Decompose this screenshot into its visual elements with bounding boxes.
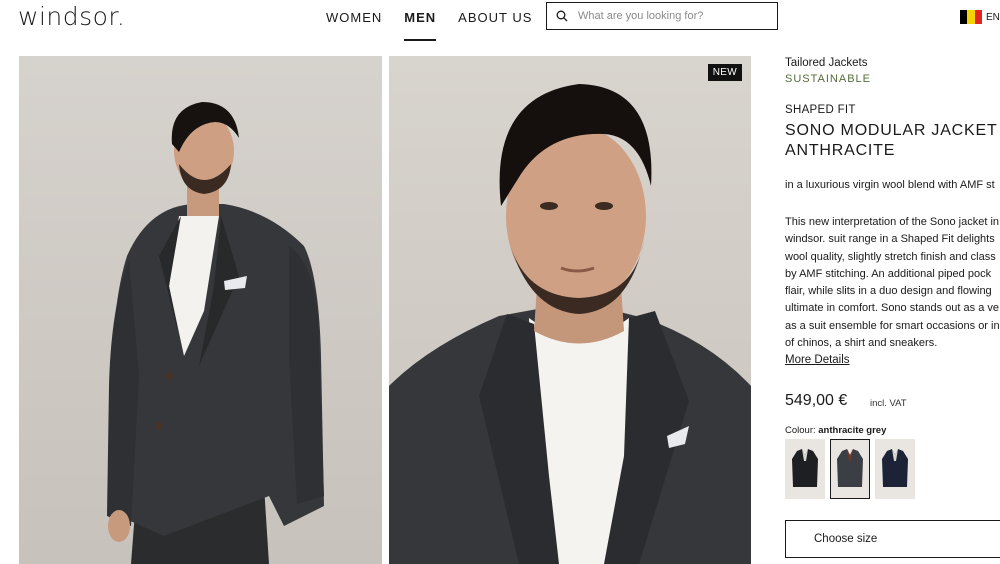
model-full-illustration — [107, 102, 324, 564]
product-title: SONO MODULAR JACKET ANTHRACITE — [785, 121, 998, 161]
product-details: Tailored Jackets SUSTAINABLE SHAPED FIT … — [785, 0, 1000, 564]
search-input[interactable] — [578, 10, 758, 22]
nav-men[interactable]: MEN — [393, 10, 447, 41]
description-line: by AMF stitching. An additional piped po… — [785, 267, 992, 280]
colour-value: anthracite grey — [818, 425, 887, 436]
new-badge: NEW — [707, 64, 742, 81]
description-line: This new interpretation of the Sono jack… — [785, 216, 1000, 228]
sustainable-tag: SUSTAINABLE — [785, 73, 871, 85]
colour-label: Colour: — [785, 425, 816, 436]
nav-about-us[interactable]: ABOUT US — [447, 10, 543, 26]
product-category[interactable]: Tailored Jackets — [785, 57, 867, 69]
product-description: This new interpretation of the Sono jack… — [785, 214, 1000, 352]
more-details-link[interactable]: More Details — [785, 354, 850, 366]
swatch-anthracite-grey[interactable] — [830, 439, 870, 499]
swatch-black[interactable] — [785, 439, 825, 499]
description-line: flair, while slits in a duo design and f… — [785, 285, 992, 298]
product-image-closeup[interactable]: NEW — [389, 56, 751, 564]
description-line: wool quality, slightly stretch finish an… — [785, 250, 996, 263]
vat-note: incl. VAT — [870, 398, 907, 409]
product-subtitle: in a luxurious virgin wool blend with AM… — [785, 179, 995, 191]
description-line: as a suit ensemble for smart occasions o… — [785, 319, 1000, 332]
description-line: of chinos, a shirt and sneakers. — [785, 337, 938, 350]
product-price: 549,00 € — [785, 392, 848, 409]
jacket-thumbnail-icon — [882, 449, 908, 487]
jacket-thumbnail-icon — [792, 449, 818, 487]
product-title-line-1: SONO MODULAR JACKET — [785, 122, 998, 139]
swatch-navy[interactable] — [875, 439, 915, 499]
product-image-full-body[interactable] — [19, 56, 382, 564]
description-line: ultimate in comfort. Sono stands out as … — [785, 302, 1000, 315]
windsor-logo[interactable]: windsor. — [18, 2, 125, 31]
choose-size-button[interactable]: Choose size — [785, 520, 1000, 558]
colour-swatches — [785, 439, 915, 499]
main-nav: WOMEN MEN ABOUT US — [326, 10, 543, 41]
search-icon — [556, 10, 568, 22]
search-box[interactable] — [546, 2, 778, 30]
fit-label: SHAPED FIT — [785, 104, 856, 116]
nav-women[interactable]: WOMEN — [326, 10, 393, 26]
description-line: windsor. suit range in a Shaped Fit deli… — [785, 233, 995, 246]
jacket-thumbnail-icon — [837, 449, 863, 487]
colour-info: Colour: anthracite grey — [785, 425, 886, 436]
product-title-line-2: ANTHRACITE — [785, 142, 896, 159]
model-closeup-illustration — [389, 84, 751, 564]
